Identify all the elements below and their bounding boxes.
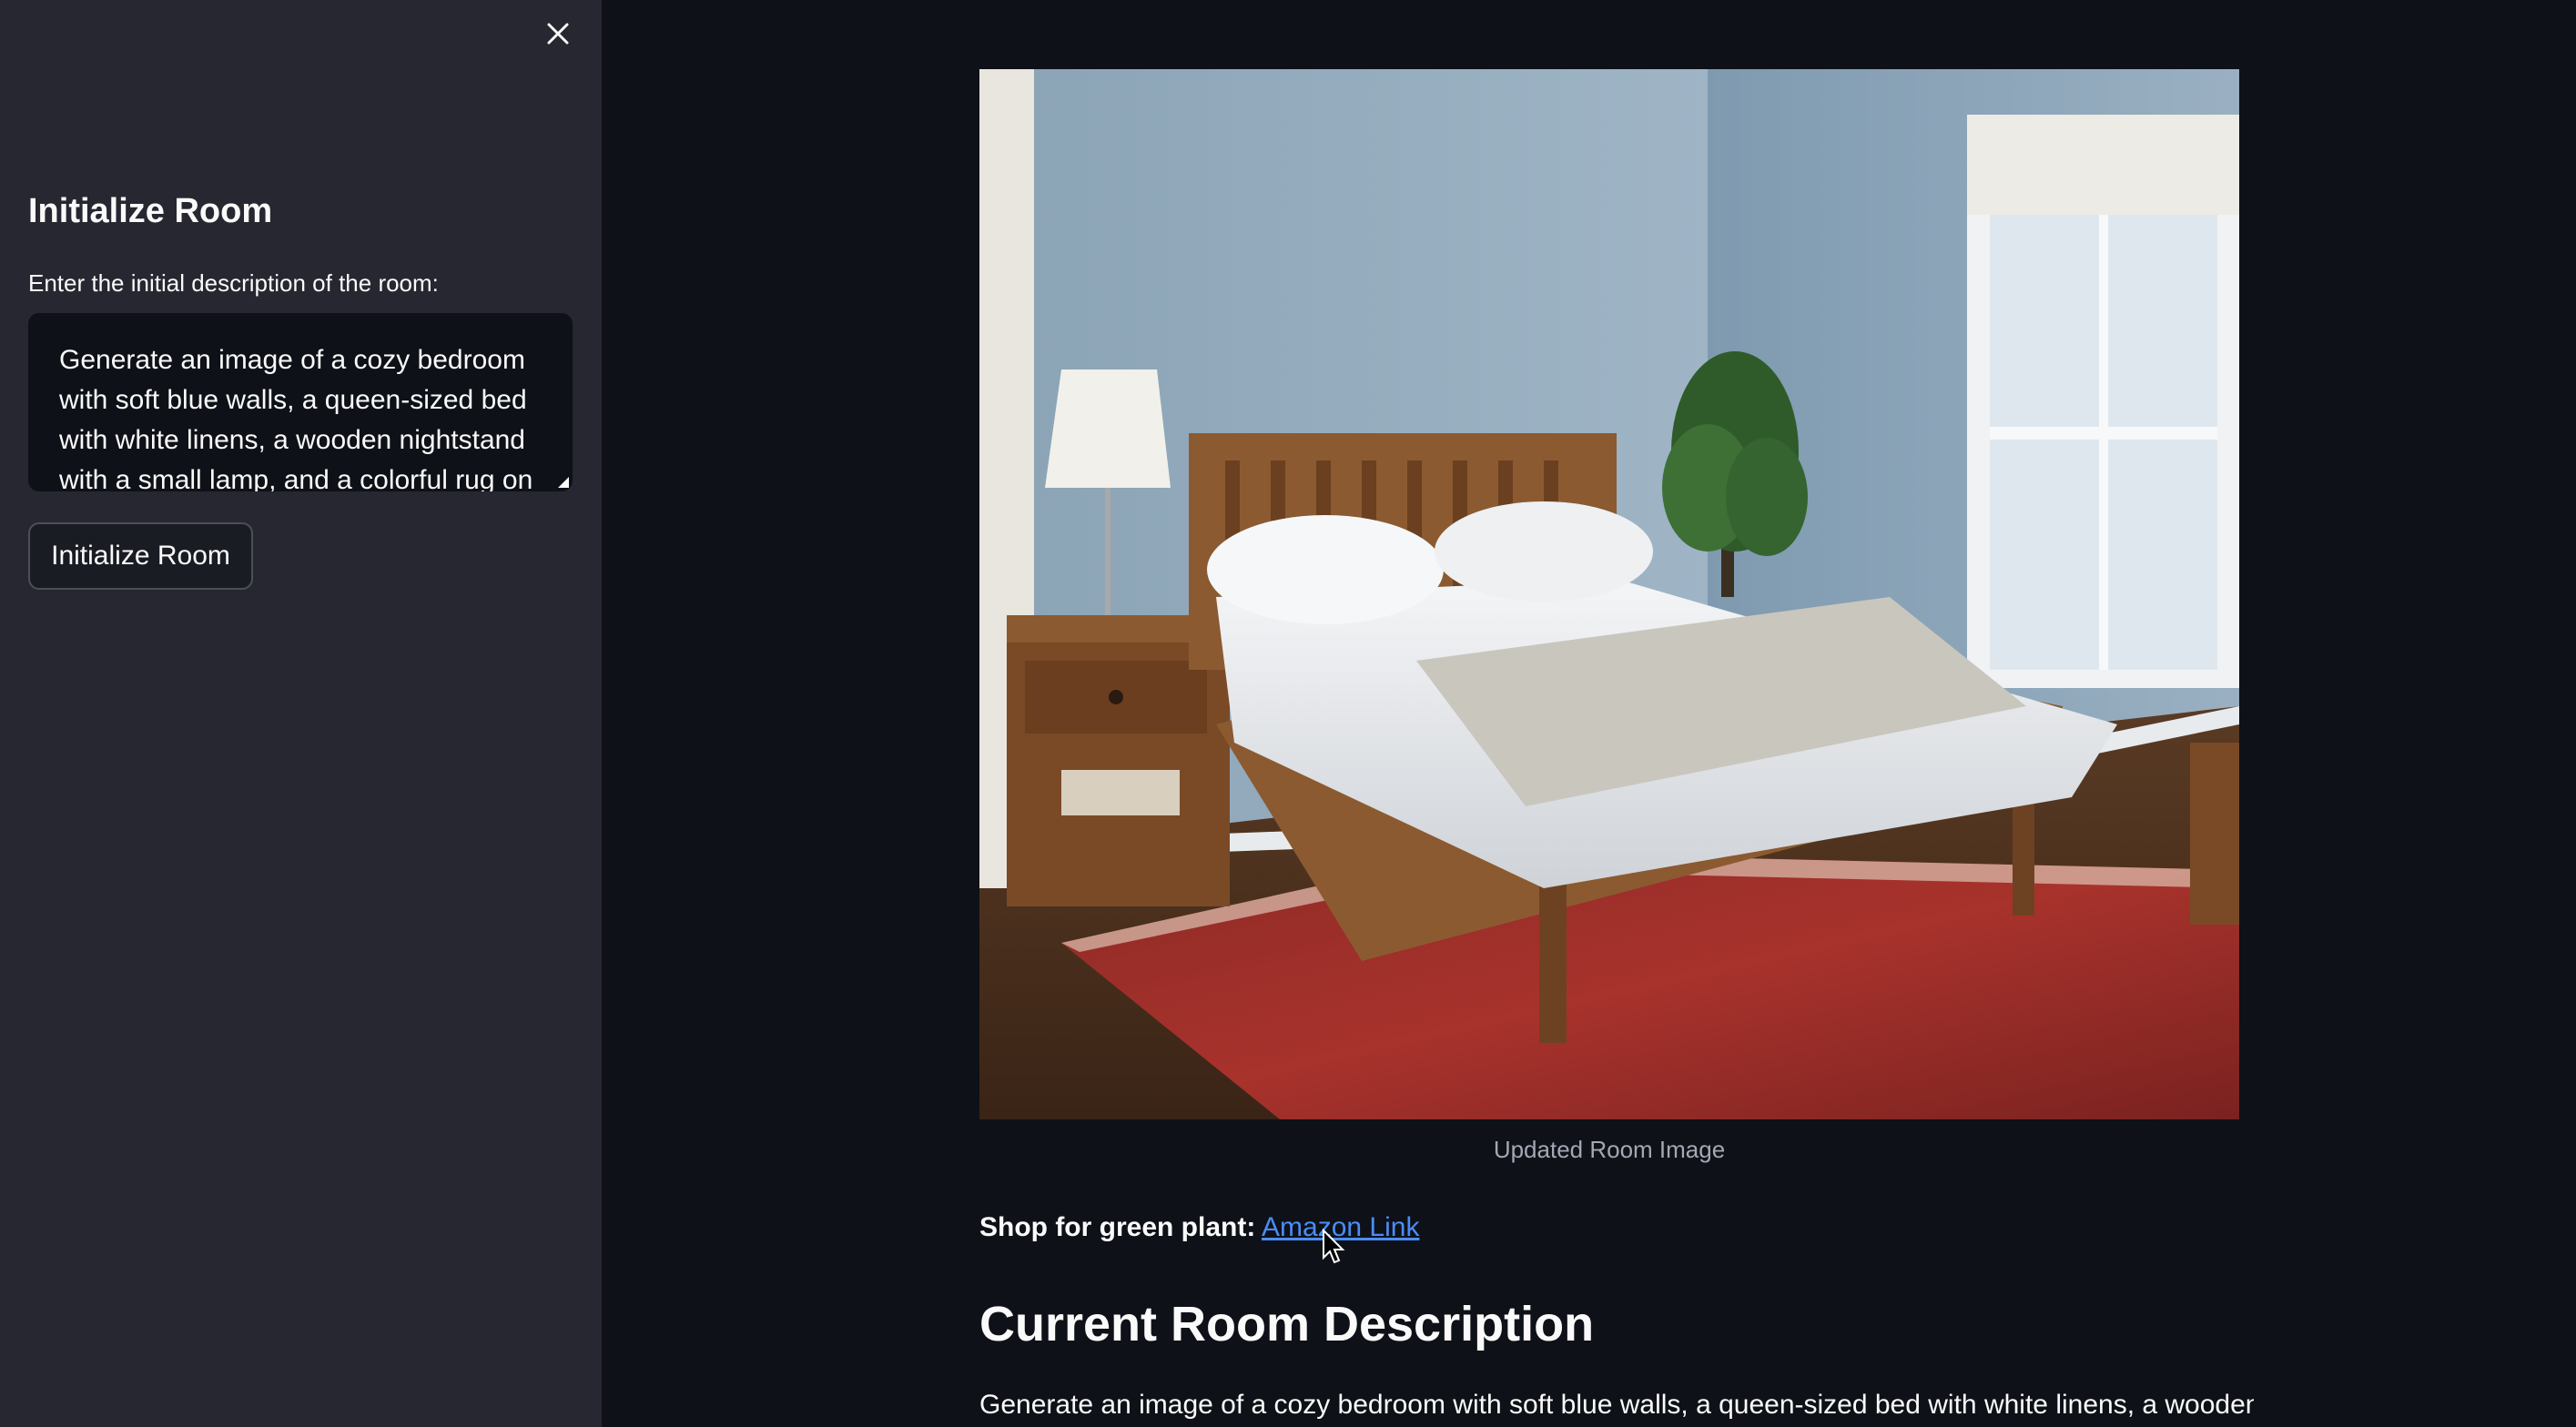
shop-line: Shop for green plant: Amazon Link — [979, 1210, 1419, 1245]
room-image — [979, 69, 2239, 1119]
sidebar-title: Initialize Room — [28, 192, 273, 230]
current-room-description-heading: Current Room Description — [979, 1297, 1595, 1351]
resize-handle[interactable] — [558, 477, 569, 488]
close-sidebar-button[interactable] — [539, 15, 577, 53]
room-description-textarea[interactable]: Generate an image of a cozy bedroom with… — [28, 313, 573, 491]
mouse-cursor-icon — [1323, 1229, 1345, 1264]
sidebar: Initialize Room Enter the initial descri… — [0, 0, 602, 1427]
current-room-description-text: Generate an image of a cozy bedroom with… — [979, 1390, 2254, 1420]
room-description-value: Generate an image of a cozy bedroom with… — [59, 345, 533, 491]
close-icon — [547, 23, 569, 45]
image-caption: Updated Room Image — [1493, 1136, 1726, 1163]
room-description-label: Enter the initial description of the roo… — [28, 269, 439, 297]
shop-label: Shop for green plant: — [979, 1212, 1256, 1242]
initialize-room-button[interactable]: Initialize Room — [28, 522, 253, 590]
